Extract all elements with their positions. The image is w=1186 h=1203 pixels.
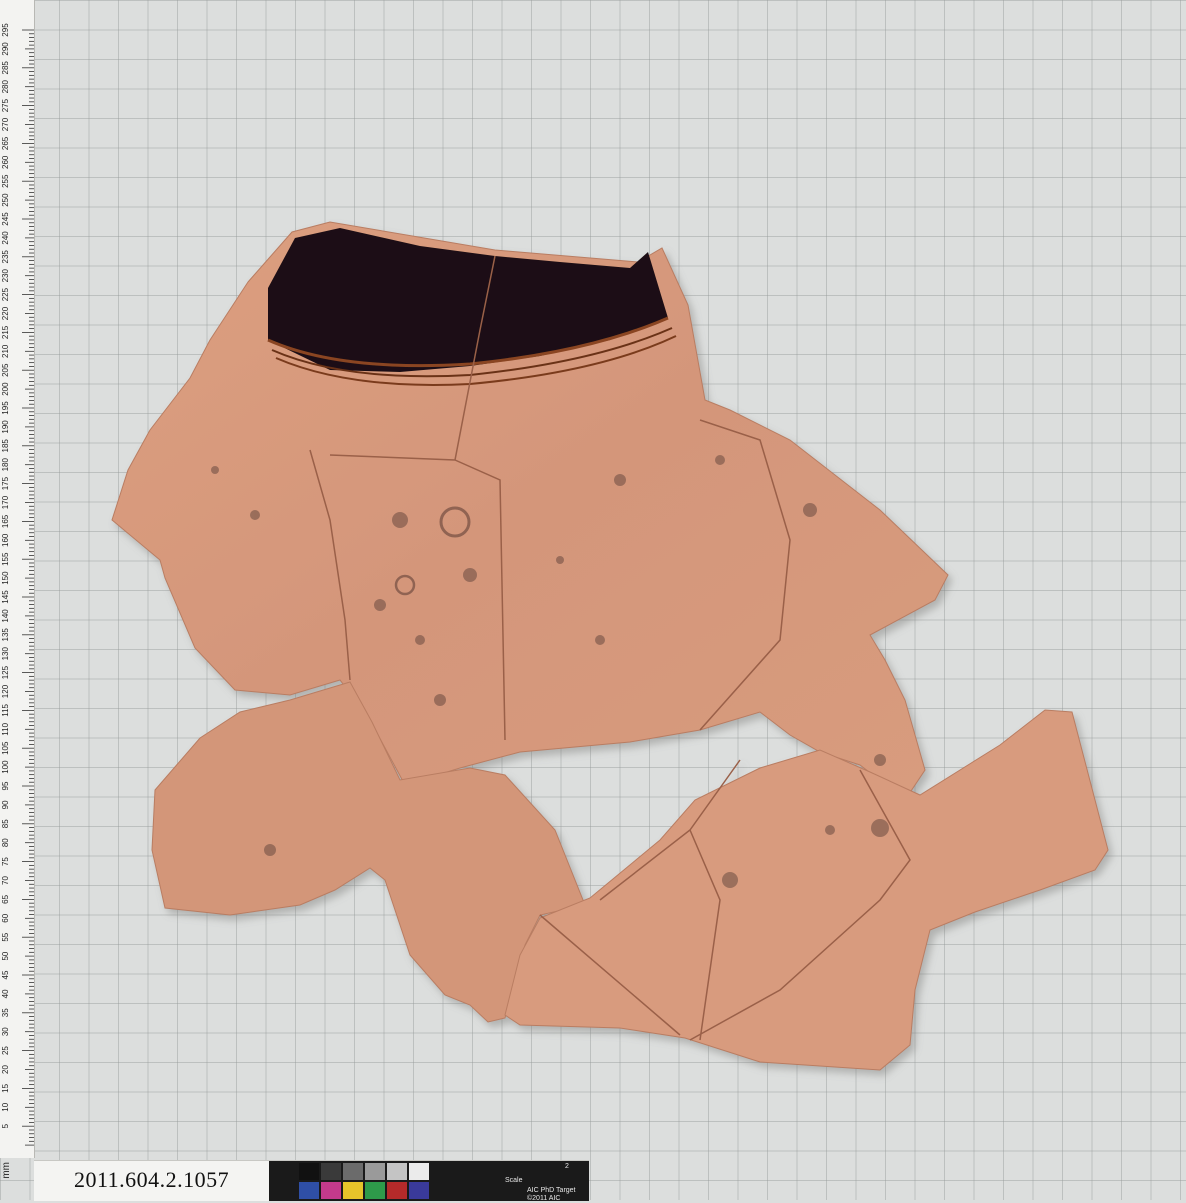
color-patch [409, 1182, 429, 1199]
color-patch [299, 1182, 319, 1199]
gray-patch [365, 1163, 385, 1180]
target-credit: AIC PhD Target ©2011 AIC [527, 1187, 576, 1203]
target-scale-tick: 2 [565, 1163, 569, 1170]
target-credit-line2: ©2011 AIC [527, 1195, 561, 1202]
gray-patch [343, 1163, 363, 1180]
gray-patch [409, 1163, 429, 1180]
pottery-fragments [111, 221, 1109, 1071]
color-target-card: Scale 2 AIC PhD Target ©2011 AIC [269, 1161, 589, 1203]
color-patch [321, 1182, 341, 1199]
gray-patch [299, 1163, 319, 1180]
gray-patch [321, 1163, 341, 1180]
label-strip: 2011.604.2.1057 Scale 2 AIC PhD Target ©… [34, 1160, 589, 1203]
color-patch [343, 1182, 363, 1199]
color-patch [365, 1182, 385, 1199]
fragment-lower-right [504, 709, 1109, 1071]
target-scale-label: Scale [505, 1177, 523, 1184]
accession-number: 2011.604.2.1057 [74, 1167, 230, 1192]
target-credit-line1: AIC PhD Target [527, 1187, 576, 1194]
color-patch [387, 1182, 407, 1199]
gray-patch [387, 1163, 407, 1180]
